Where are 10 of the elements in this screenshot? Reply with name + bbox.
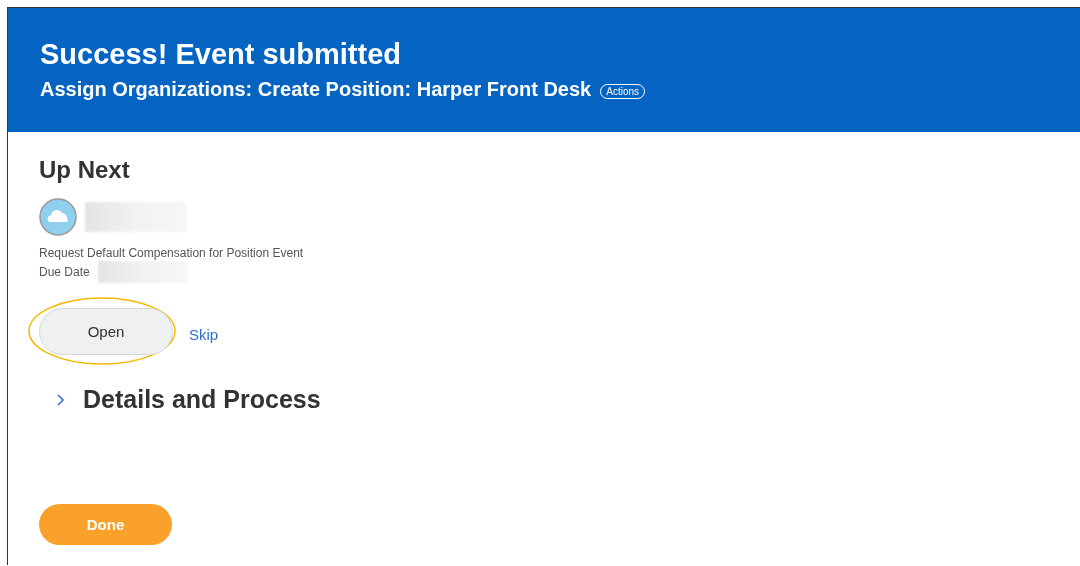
section-heading: Up Next	[39, 156, 131, 184]
task-name: Request Default Compensation for Position Event	[39, 246, 305, 260]
chevron-icon[interactable]	[55, 392, 65, 407]
page-title: Success! Event submitted	[40, 37, 402, 72]
event-subtitle: Assign Organizations: Create Position: Harper Front Desk	[40, 78, 592, 101]
skip-link[interactable]: Skip	[189, 326, 219, 343]
cloud-avatar-icon	[39, 198, 77, 236]
details-heading: Details and Process	[83, 385, 321, 414]
due-date-label: Due Date	[39, 265, 90, 279]
open-button[interactable]: Open	[39, 307, 173, 355]
